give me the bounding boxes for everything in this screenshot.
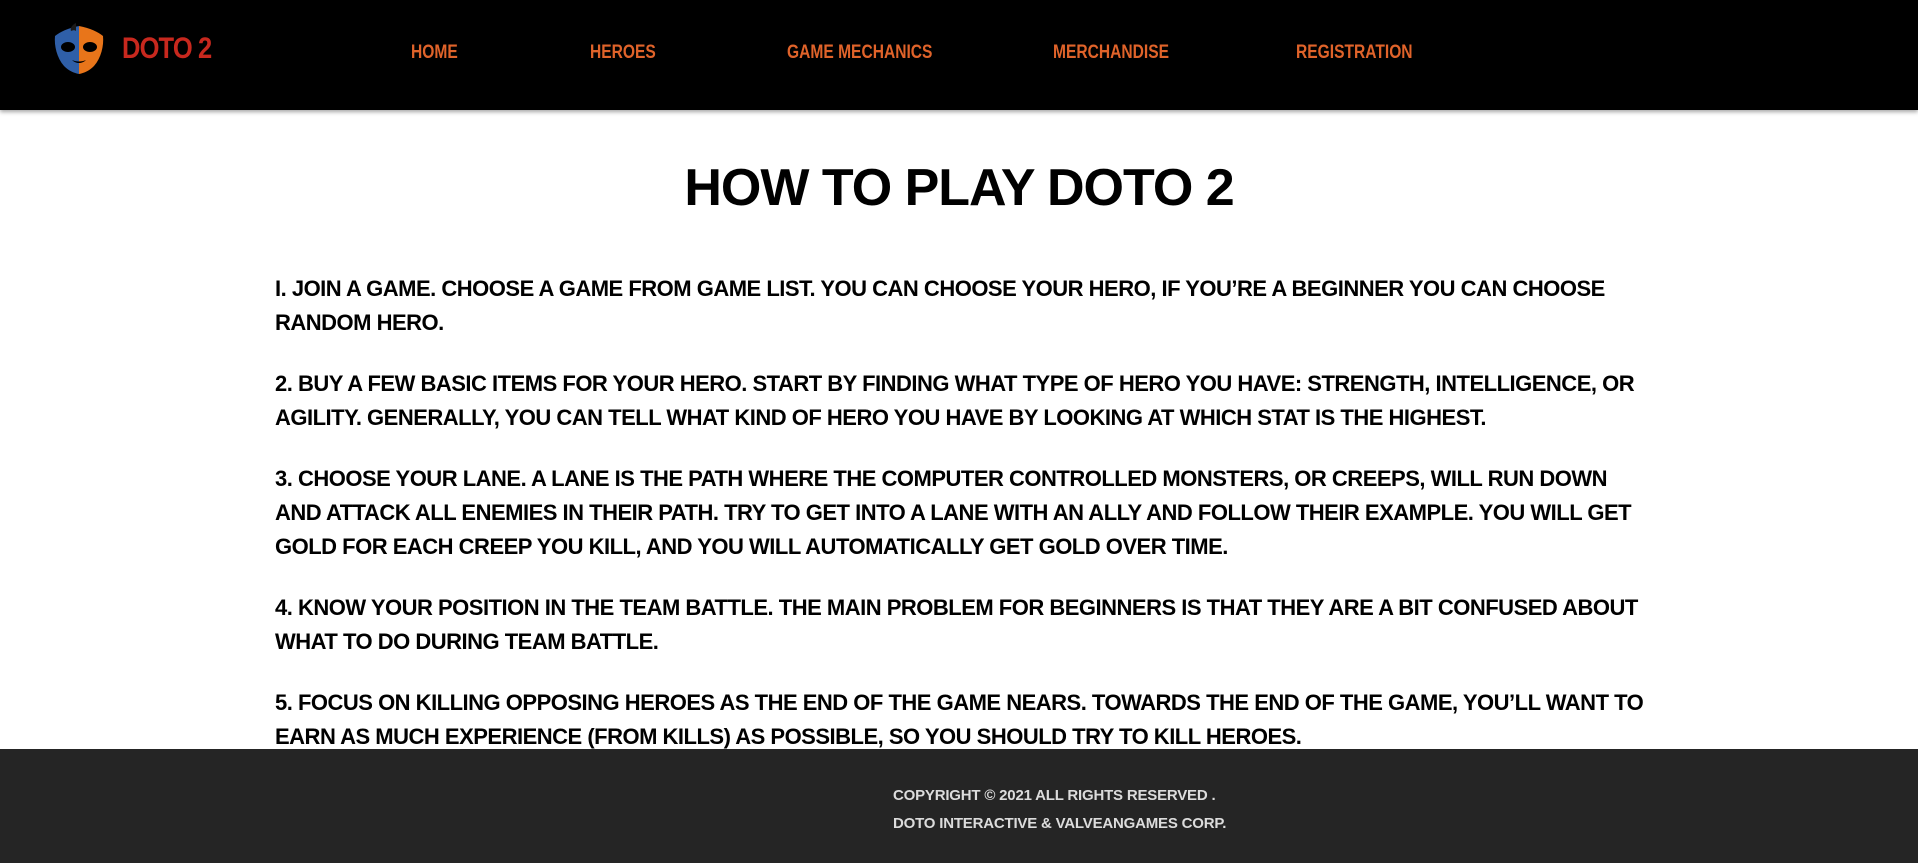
nav-heroes[interactable]: HEROES — [590, 42, 656, 64]
nav-home[interactable]: HOME — [411, 42, 458, 64]
page-title: HOW TO PLAY DOTO 2 — [684, 159, 1234, 217]
step-3: 3. CHOOSE YOUR LANE. A LANE IS THE PATH … — [275, 466, 1632, 559]
top-navbar: DOTO 2 HOME HEROES GAME MECHANICS MERCHA… — [0, 0, 1918, 110]
steps-list: I. JOIN A GAME. CHOOSE A GAME FROM GAME … — [275, 272, 1655, 781]
brand-home-link[interactable]: DOTO 2 — [52, 22, 227, 76]
step-1: I. JOIN A GAME. CHOOSE A GAME FROM GAME … — [275, 276, 1605, 335]
nav-game-mechanics[interactable]: GAME MECHANICS — [787, 42, 932, 64]
masked-face-logo-icon — [54, 23, 104, 74]
footer: COPYRIGHT © 2021 ALL RIGHTS RESERVED . D… — [0, 749, 1918, 863]
step-4: 4. KNOW YOUR POSITION IN THE TEAM BATTLE… — [275, 595, 1638, 654]
brand-name: DOTO 2 — [122, 32, 212, 65]
step-2: 2. BUY A FEW BASIC ITEMS FOR YOUR HERO. … — [275, 371, 1635, 430]
nav-registration[interactable]: REGISTRATION — [1296, 42, 1413, 64]
step-5: 5. FOCUS ON KILLING OPPOSING HEROES AS T… — [275, 690, 1644, 749]
footer-company: DOTO INTERACTIVE & VALVEANGAMES CORP. — [893, 815, 1227, 832]
nav-merchandise[interactable]: MERCHANDISE — [1053, 42, 1169, 64]
footer-copyright: COPYRIGHT © 2021 ALL RIGHTS RESERVED . — [893, 787, 1216, 804]
